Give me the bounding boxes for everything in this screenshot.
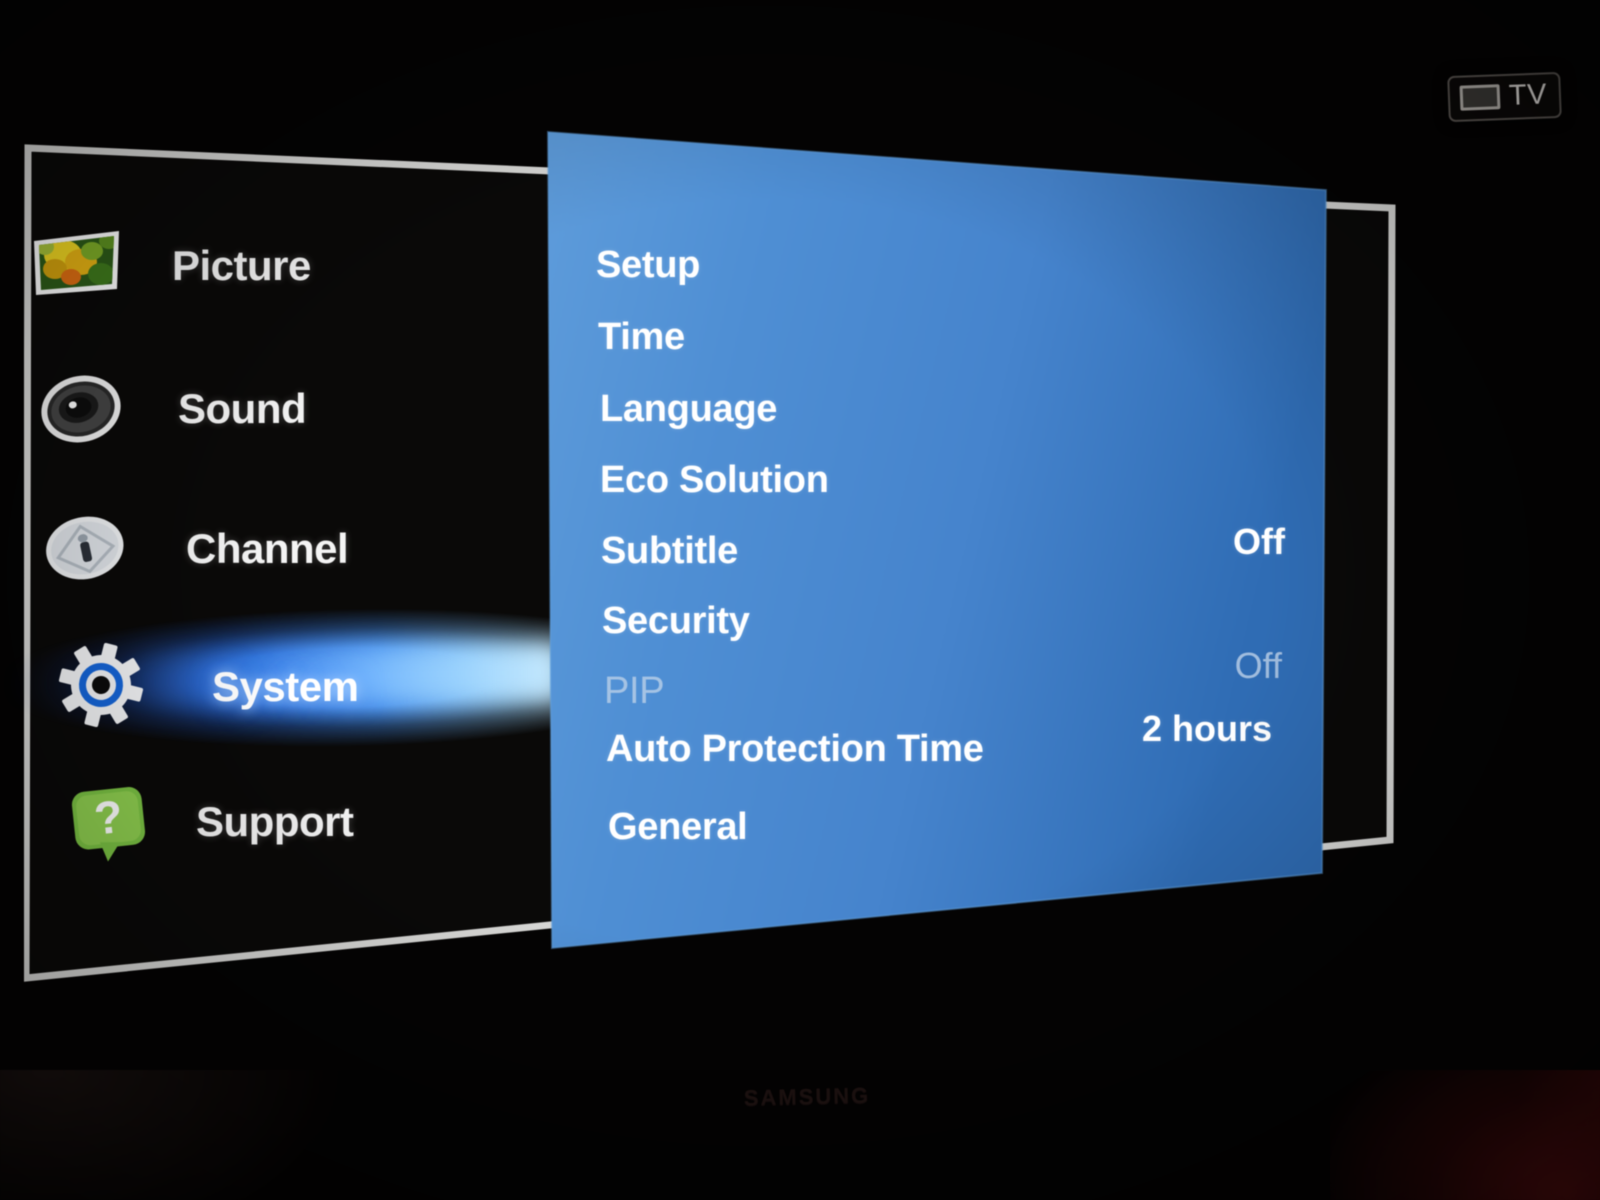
brand-logo: SAMSUNG (743, 1082, 871, 1111)
submenu-label-pip: PIP (604, 670, 665, 712)
submenu-value-pip: Off (1234, 645, 1282, 686)
tv-photo-screenshot: TV Picture Sound Channel System ? Suppor… (0, 0, 1600, 1200)
submenu-value-subtitle: Off (1233, 521, 1285, 562)
submenu-label-subtitle: Subtitle (601, 530, 738, 572)
submenu-label-security: Security (602, 600, 750, 642)
submenu-value-auto-protection-time: 2 hours (1141, 708, 1272, 749)
submenu-label-time: Time (598, 316, 685, 358)
submenu-label-setup: Setup (596, 244, 701, 286)
submenu-label-language: Language (600, 388, 778, 430)
submenu-item-list: Setup Time Language Eco Solution Subtitl… (0, 0, 1600, 1070)
submenu-label-general: General (608, 806, 748, 848)
submenu-label-eco-solution: Eco Solution (600, 459, 829, 501)
submenu-label-auto-protection-time: Auto Protection Time (606, 728, 984, 770)
